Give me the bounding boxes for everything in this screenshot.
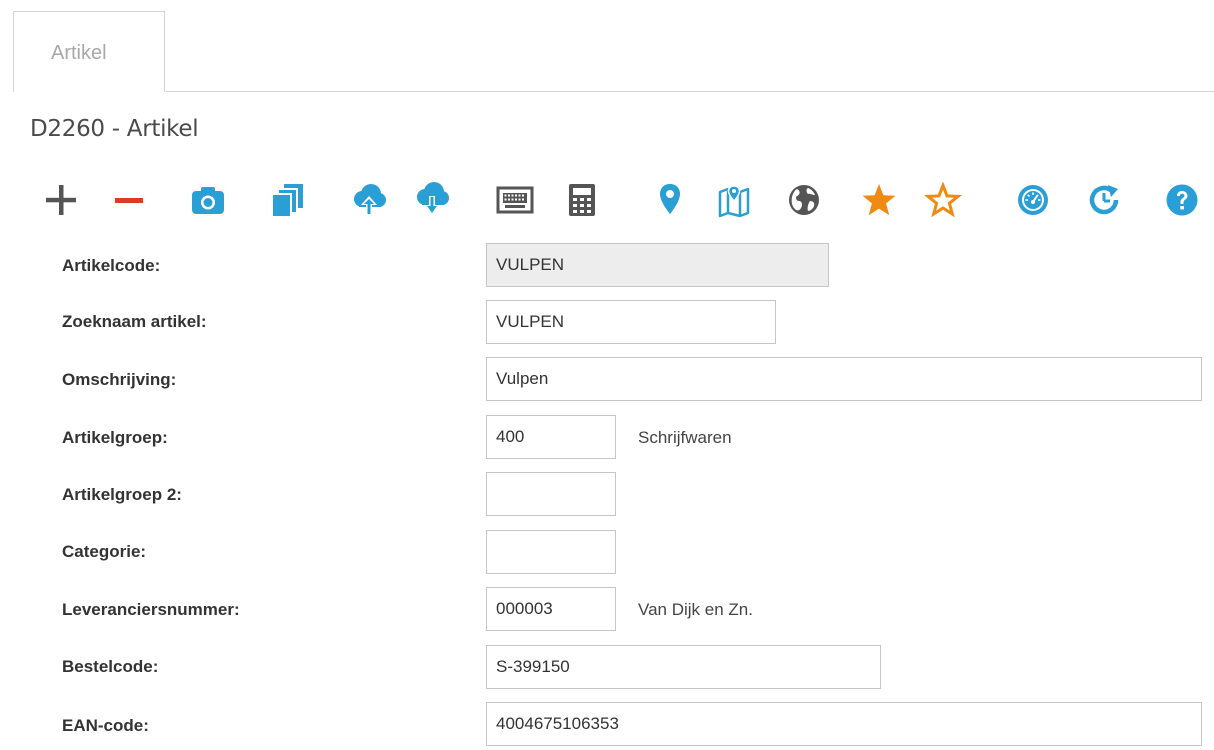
bestelcode-label: Bestelcode:: [62, 657, 159, 676]
row-artikelcode: Artikelcode:: [0, 243, 1214, 291]
omschrijving-label: Omschrijving:: [62, 370, 177, 389]
copy-button[interactable]: [266, 178, 310, 222]
globe-icon: [789, 185, 819, 215]
star-outline-icon: [924, 182, 962, 218]
artikelgroep2-label: Artikelgroep 2:: [62, 485, 182, 504]
zoeknaam-field[interactable]: [486, 300, 776, 344]
artikelcode-label: Artikelcode:: [62, 256, 161, 275]
row-leveranciersnummer: Leveranciersnummer: Van Dijk en Zn.: [0, 587, 1214, 635]
map-icon: [718, 185, 750, 218]
globe-button[interactable]: [782, 178, 826, 222]
dashboard-button[interactable]: [1011, 178, 1055, 222]
upload-button[interactable]: [347, 178, 391, 222]
row-categorie: Categorie:: [0, 530, 1214, 578]
refresh-button[interactable]: [1082, 178, 1126, 222]
unfavorite-button[interactable]: [921, 178, 965, 222]
toolbar: [0, 170, 1214, 230]
location-button[interactable]: [648, 178, 692, 222]
remove-button[interactable]: [107, 178, 151, 222]
keyboard-icon: [496, 186, 534, 214]
row-bestelcode: Bestelcode:: [0, 645, 1214, 693]
artikelgroep-description: Schrijfwaren: [638, 428, 732, 447]
camera-icon: [192, 187, 224, 214]
row-zoeknaam: Zoeknaam artikel:: [0, 300, 1214, 348]
refresh-clock-icon: [1089, 185, 1119, 215]
minus-icon: [115, 198, 143, 203]
keyboard-button[interactable]: [493, 178, 537, 222]
leveranciersnummer-field[interactable]: [486, 587, 616, 631]
camera-button[interactable]: [186, 178, 230, 222]
cloud-upload-icon: [354, 184, 386, 215]
page-title: D2260 - Artikel: [30, 116, 199, 142]
favorite-button[interactable]: [857, 178, 901, 222]
cloud-download-icon: [417, 182, 449, 215]
categorie-field[interactable]: [486, 530, 616, 574]
zoeknaam-label: Zoeknaam artikel:: [62, 312, 207, 331]
leveranciersnummer-description: Van Dijk en Zn.: [638, 600, 753, 619]
row-ean: EAN-code:: [0, 702, 1214, 750]
tab-artikel[interactable]: Artikel: [13, 11, 165, 92]
plus-icon: [46, 185, 76, 215]
bestelcode-field[interactable]: [486, 645, 881, 689]
row-omschrijving: Omschrijving:: [0, 357, 1214, 405]
dashboard-icon: [1018, 185, 1048, 215]
artikelgroep2-field[interactable]: [486, 472, 616, 516]
ean-field[interactable]: [486, 702, 1202, 746]
tab-bar-divider: [166, 91, 1214, 92]
artikelgroep-label: Artikelgroep:: [62, 428, 168, 447]
star-filled-icon: [862, 184, 896, 216]
artikelcode-field[interactable]: [486, 243, 829, 287]
tab-artikel-label: Artikel: [51, 42, 107, 64]
ean-label: EAN-code:: [62, 716, 149, 735]
leveranciersnummer-label: Leveranciersnummer:: [62, 600, 240, 619]
help-button[interactable]: [1160, 178, 1204, 222]
add-button[interactable]: [39, 178, 83, 222]
help-icon: [1166, 184, 1198, 216]
calculator-icon: [569, 184, 595, 216]
row-artikelgroep2: Artikelgroep 2:: [0, 472, 1214, 520]
download-button[interactable]: [410, 178, 454, 222]
copy-icon: [271, 184, 303, 218]
map-button[interactable]: [712, 178, 756, 222]
artikelgroep-field[interactable]: [486, 415, 616, 459]
omschrijving-field[interactable]: [486, 357, 1202, 401]
tab-bar: Artikel: [0, 0, 1214, 94]
map-marker-icon: [660, 184, 680, 214]
categorie-label: Categorie:: [62, 542, 147, 561]
row-artikelgroep: Artikelgroep: Schrijfwaren: [0, 415, 1214, 463]
calculator-button[interactable]: [560, 178, 604, 222]
